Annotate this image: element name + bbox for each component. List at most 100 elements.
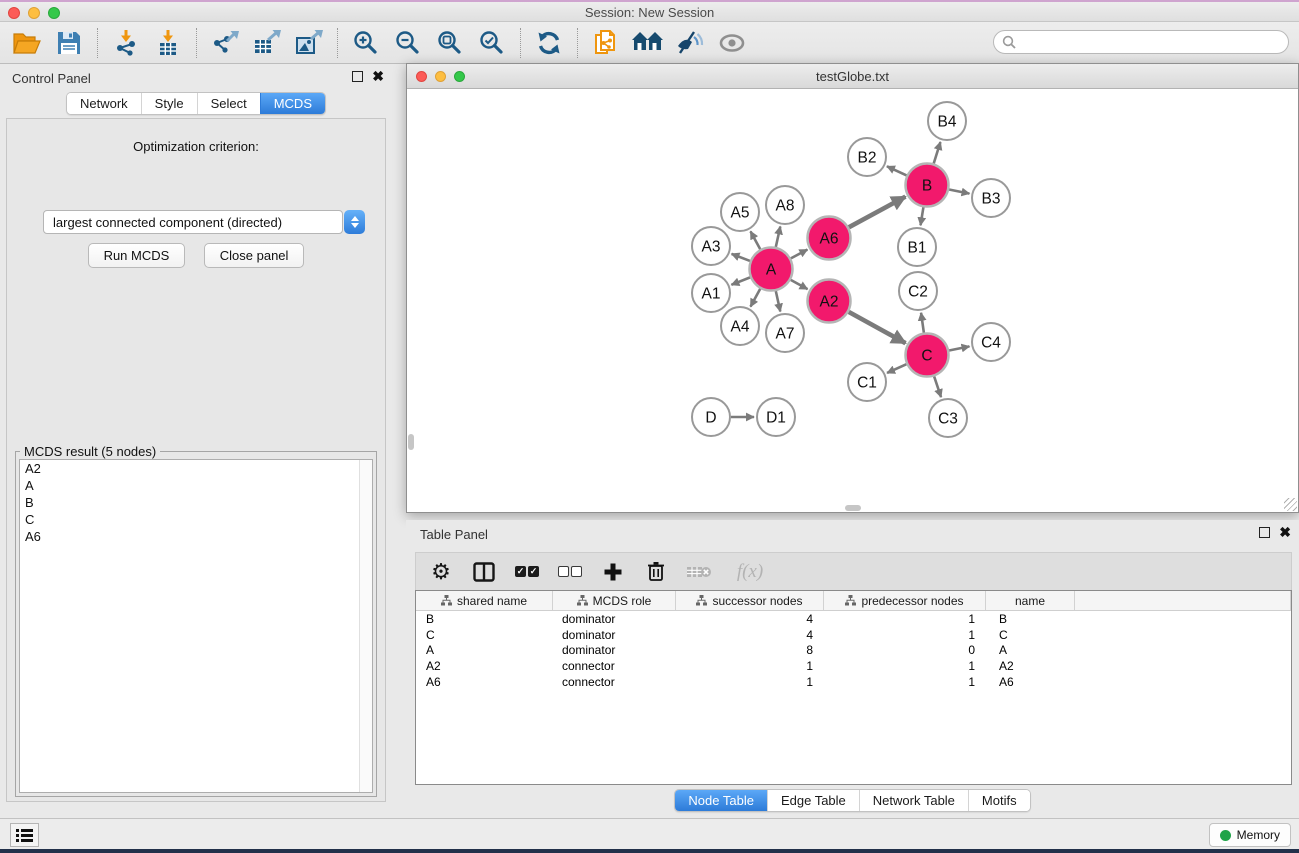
graph-edge-B-B1[interactable]	[921, 207, 924, 225]
table-settings-button[interactable]: ⚙	[428, 559, 454, 585]
graph-node-C3[interactable]: C3	[929, 399, 967, 437]
table-cell[interactable]: C	[416, 628, 553, 642]
table-cell[interactable]: 1	[676, 675, 824, 689]
result-list-item[interactable]: A6	[20, 528, 372, 545]
import-table-button[interactable]	[149, 25, 186, 61]
network-vscroll-thumb[interactable]	[408, 434, 414, 450]
delete-table-button[interactable]	[686, 559, 712, 585]
tab-network-table[interactable]: Network Table	[859, 790, 968, 811]
deselect-all-button[interactable]	[557, 559, 583, 585]
graph-edge-B-B2[interactable]	[887, 166, 907, 175]
open-session-button[interactable]	[8, 25, 45, 61]
zoom-out-button[interactable]	[389, 25, 426, 61]
graph-node-A7[interactable]: A7	[766, 314, 804, 352]
zoom-in-button[interactable]	[347, 25, 384, 61]
table-cell[interactable]: 1	[824, 628, 986, 642]
criterion-dropdown[interactable]: largest connected component (directed)	[43, 210, 343, 234]
close-panel-button[interactable]: Close panel	[204, 243, 305, 268]
graph-edge-A-A5[interactable]	[751, 231, 761, 249]
graph-node-C2[interactable]: C2	[899, 272, 937, 310]
table-cell[interactable]: dominator	[553, 643, 676, 657]
tab-node-table[interactable]: Node Table	[675, 790, 767, 811]
table-cell[interactable]: dominator	[553, 628, 676, 642]
float-table-panel-icon[interactable]	[1259, 527, 1270, 538]
graph-edge-A-A4[interactable]	[751, 289, 761, 307]
table-cell[interactable]: A2	[986, 659, 1075, 673]
table-row[interactable]: A6connector11A6	[416, 674, 1291, 690]
graph-node-A5[interactable]: A5	[721, 193, 759, 231]
table-cell[interactable]: B	[416, 612, 553, 626]
tab-mcds[interactable]: MCDS	[260, 93, 325, 114]
table-cell[interactable]: 1	[824, 675, 986, 689]
graph-node-C1[interactable]: C1	[848, 363, 886, 401]
table-cell[interactable]: 1	[824, 612, 986, 626]
graph-edge-A-A8[interactable]	[776, 226, 780, 247]
graph-edge-A2-C[interactable]	[849, 312, 906, 343]
table-cell[interactable]: 1	[824, 659, 986, 673]
table-cell[interactable]: A6	[986, 675, 1075, 689]
tab-network[interactable]: Network	[67, 93, 141, 114]
graph-node-A4[interactable]: A4	[721, 307, 759, 345]
show-columns-button[interactable]	[471, 559, 497, 585]
export-network-button[interactable]	[206, 25, 243, 61]
tab-style[interactable]: Style	[141, 93, 197, 114]
export-table-button[interactable]	[248, 25, 285, 61]
add-column-button[interactable]	[600, 559, 626, 585]
dropdown-stepper-icon[interactable]	[344, 210, 365, 234]
graph-node-A[interactable]: A	[750, 248, 793, 291]
function-builder-button[interactable]: f(x)	[729, 559, 771, 585]
table-cell[interactable]: A	[416, 643, 553, 657]
table-cell[interactable]: dominator	[553, 612, 676, 626]
tab-edge-table[interactable]: Edge Table	[767, 790, 859, 811]
column-header-MCDS-role[interactable]: MCDS role	[553, 591, 676, 610]
graph-node-D1[interactable]: D1	[757, 398, 795, 436]
table-cell[interactable]: 1	[676, 659, 824, 673]
graph-edge-A-A1[interactable]	[731, 277, 750, 284]
network-hscroll-thumb[interactable]	[845, 505, 861, 511]
delete-column-button[interactable]	[643, 559, 669, 585]
column-header-name[interactable]: name	[986, 591, 1075, 610]
graph-node-B2[interactable]: B2	[848, 138, 886, 176]
run-mcds-button[interactable]: Run MCDS	[88, 243, 186, 268]
graph-node-A8[interactable]: A8	[766, 186, 804, 224]
result-list-item[interactable]: B	[20, 494, 372, 511]
graph-node-A3[interactable]: A3	[692, 227, 730, 265]
graph-node-B3[interactable]: B3	[972, 179, 1010, 217]
column-header-successor-nodes[interactable]: successor nodes	[676, 591, 824, 610]
network-window-titlebar[interactable]: testGlobe.txt	[407, 64, 1298, 89]
table-cell[interactable]: connector	[553, 675, 676, 689]
table-cell[interactable]: 4	[676, 612, 824, 626]
new-network-from-selection-button[interactable]	[587, 25, 624, 61]
search-input[interactable]	[1021, 35, 1280, 50]
table-cell[interactable]: A	[986, 643, 1075, 657]
graph-edge-A6-B[interactable]	[849, 197, 906, 228]
node-table[interactable]: shared nameMCDS rolesuccessor nodesprede…	[415, 590, 1292, 785]
graph-node-B1[interactable]: B1	[898, 228, 936, 266]
graph-node-C4[interactable]: C4	[972, 323, 1010, 361]
graph-edge-C-C1[interactable]	[887, 364, 906, 373]
graph-edge-A-A2[interactable]	[791, 280, 808, 289]
close-table-panel-icon[interactable]: ✖	[1279, 527, 1291, 538]
network-canvas[interactable]: B4B2BB3A8A5A6A3B1AC2A1A2A4A7C4CC1C3DD1	[407, 89, 1298, 512]
mcds-result-list[interactable]: A2ABCA6	[19, 459, 373, 793]
table-cell[interactable]: C	[986, 628, 1075, 642]
table-row[interactable]: Bdominator41B	[416, 611, 1291, 627]
table-cell[interactable]: B	[986, 612, 1075, 626]
table-cell[interactable]: 8	[676, 643, 824, 657]
import-network-button[interactable]	[107, 25, 144, 61]
graph-node-D[interactable]: D	[692, 398, 730, 436]
graph-edge-C-C4[interactable]	[949, 346, 969, 350]
graph-node-C[interactable]: C	[906, 334, 949, 377]
graph-edge-B-B4[interactable]	[934, 142, 941, 164]
window-resize-grip[interactable]	[1284, 498, 1297, 511]
table-cell[interactable]: A6	[416, 675, 553, 689]
tab-select[interactable]: Select	[197, 93, 260, 114]
graph-edge-C-C2[interactable]	[921, 313, 924, 333]
save-session-button[interactable]	[50, 25, 87, 61]
tab-motifs[interactable]: Motifs	[968, 790, 1030, 811]
table-cell[interactable]: connector	[553, 659, 676, 673]
table-cell[interactable]: A2	[416, 659, 553, 673]
network-graph[interactable]: B4B2BB3A8A5A6A3B1AC2A1A2A4A7C4CC1C3DD1	[407, 89, 1298, 512]
table-row[interactable]: Adominator80A	[416, 643, 1291, 659]
show-panels-list-button[interactable]	[10, 823, 39, 847]
